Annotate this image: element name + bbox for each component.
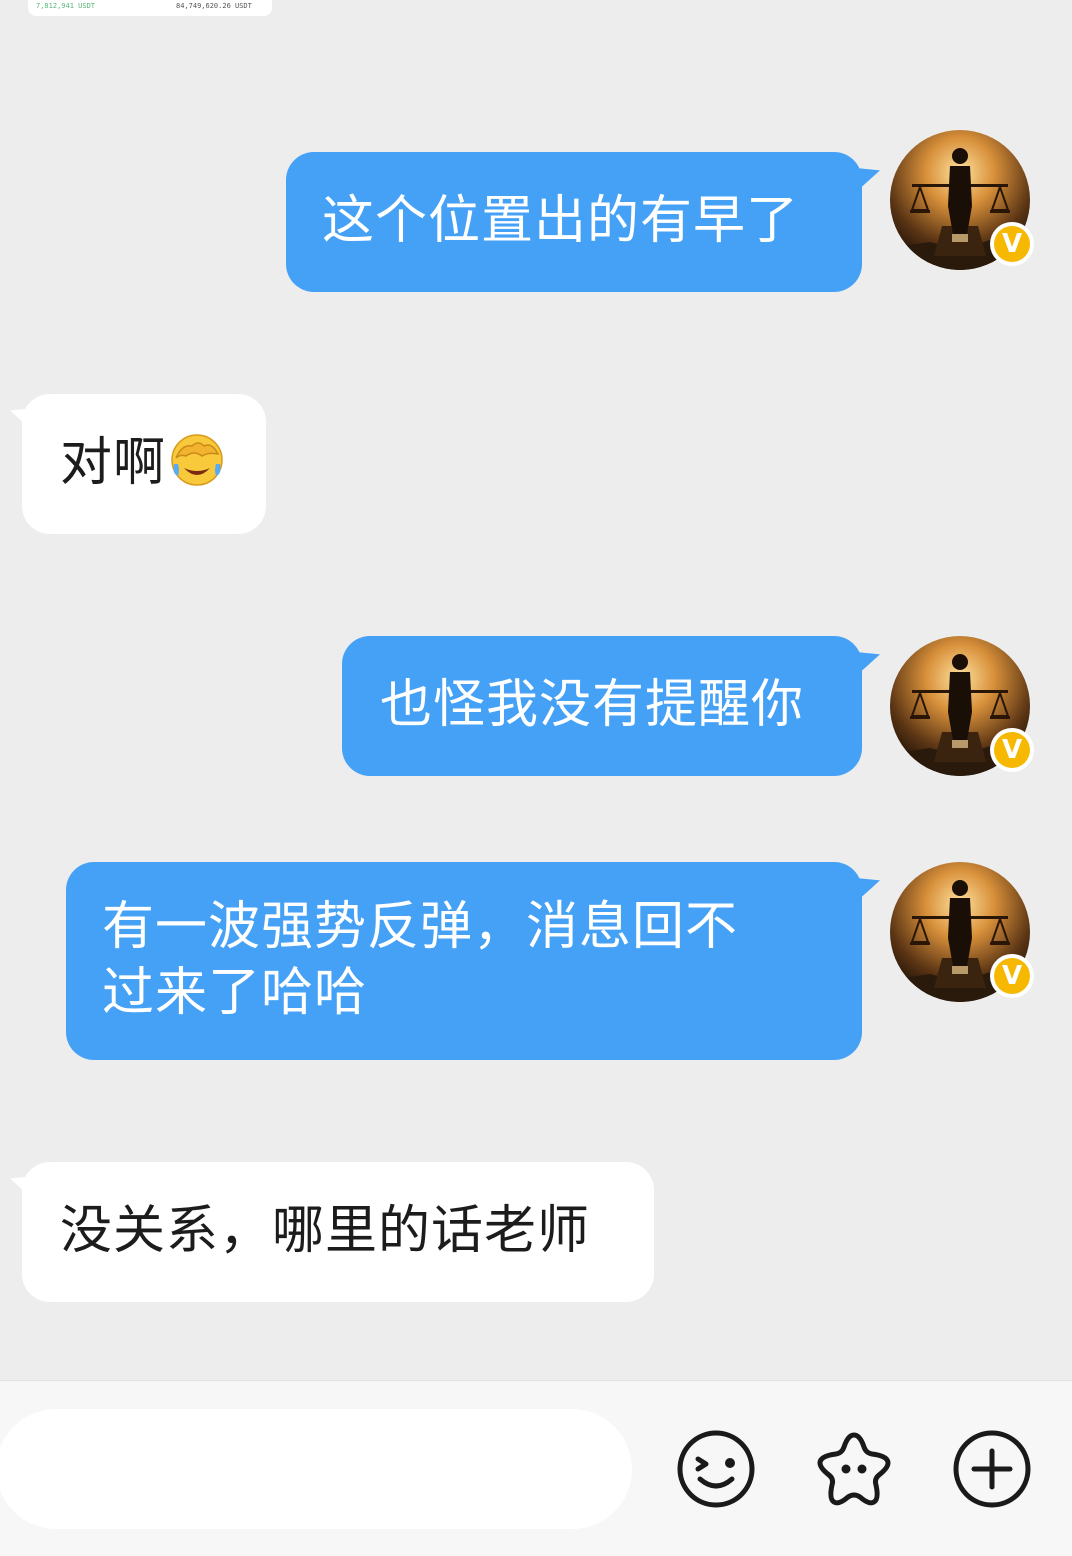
message-input[interactable]: [0, 1409, 632, 1529]
verified-badge: V: [990, 222, 1034, 266]
message-text: 对啊: [60, 433, 167, 493]
message-text-line: 过来了哈哈: [102, 963, 368, 1023]
user-avatar[interactable]: V: [890, 130, 1034, 270]
outgoing-message-bubble[interactable]: 也怪我没有提醒你: [342, 636, 862, 776]
message-text-line: 有一波强势反弹，消息回不: [102, 897, 739, 957]
bubble-tail: [856, 878, 880, 902]
plus-button[interactable]: [950, 1427, 1034, 1511]
sticker-button[interactable]: [812, 1427, 896, 1511]
outgoing-message-bubble[interactable]: 有一波强势反弹，消息回不 过来了哈哈: [66, 862, 862, 1060]
face-palm-laughing-emoji-icon: [171, 434, 223, 486]
message-text: 没关系，哪里的话老师: [60, 1201, 591, 1261]
message-input-bar: [0, 1380, 1072, 1556]
message-text: 也怪我没有提醒你: [380, 675, 805, 735]
user-avatar[interactable]: V: [890, 636, 1034, 776]
image-message-cropped[interactable]: 7,812,941 USDT 84,749,620.26 USDT: [28, 0, 272, 16]
incoming-message-bubble[interactable]: 没关系，哪里的话老师: [22, 1162, 654, 1302]
bubble-tail: [856, 652, 880, 676]
verified-badge: V: [990, 954, 1034, 998]
image-caption-left: 7,812,941 USDT: [36, 2, 96, 10]
bubble-tail: [856, 168, 880, 192]
message-text: 这个位置出的有早了: [322, 191, 800, 251]
incoming-message-bubble[interactable]: 对啊: [22, 394, 266, 534]
verified-badge: V: [990, 728, 1034, 772]
chat-area[interactable]: 7,812,941 USDT 84,749,620.26 USDT 这个位置出的…: [0, 0, 1072, 1380]
user-avatar[interactable]: V: [890, 862, 1034, 1002]
sticker-star-icon: [817, 1432, 891, 1506]
image-caption-right: 84,749,620.26 USDT: [176, 2, 252, 10]
smiley-icon: [677, 1430, 755, 1508]
outgoing-message-bubble[interactable]: 这个位置出的有早了: [286, 152, 862, 292]
emoji-button[interactable]: [674, 1427, 758, 1511]
plus-icon: [953, 1430, 1031, 1508]
